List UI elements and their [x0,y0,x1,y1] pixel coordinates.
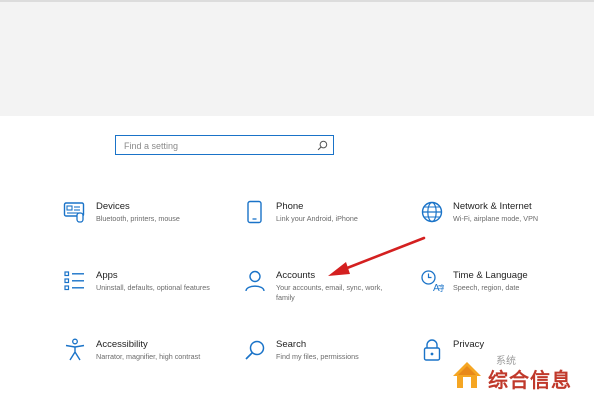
tile-time-language-desc: Speech, region, date [453,283,520,292]
tile-network-internet[interactable]: Network & Internet Wi-Fi, airplane mode,… [420,200,570,244]
watermark: 系统 综合信息 [444,352,594,394]
tile-accounts-title: Accounts [276,270,316,281]
devices-icon [63,202,85,223]
accessibility-icon [65,338,85,361]
tile-privacy-title: Privacy [453,339,485,350]
tile-network-internet-desc: Wi-Fi, airplane mode, VPN [453,214,539,223]
tile-accounts-desc: Your accounts, email, sync, work, family [276,283,383,302]
house-logo-icon [453,362,481,388]
person-icon [245,270,265,292]
tile-search-desc: Find my files, permissions [276,352,359,361]
tile-devices-desc: Bluetooth, printers, mouse [96,214,180,223]
tile-devices[interactable]: Devices Bluetooth, printers, mouse [63,200,213,244]
tile-phone-title: Phone [276,201,304,212]
tile-apps-desc: Uninstall, defaults, optional features [96,283,210,292]
tile-time-language-title: Time & Language [453,270,528,281]
tile-time-language[interactable]: A 字 Time & Language Speech, region, date [420,269,570,313]
window-top-edge [0,0,594,2]
globe-icon [421,201,443,223]
lock-icon [423,339,441,361]
tile-search-title: Search [276,339,307,350]
settings-header-area [0,0,594,116]
search-icon [245,340,265,360]
search-box[interactable] [115,135,334,155]
search-input[interactable] [124,139,304,152]
tile-network-internet-title: Network & Internet [453,201,532,212]
tile-phone-desc: Link your Android, iPhone [276,214,358,223]
annotation-arrow-icon [328,236,426,276]
tile-apps-title: Apps [96,270,118,281]
tile-accessibility-desc: Narrator, magnifier, high contrast [96,352,201,361]
apps-list-icon [64,271,84,291]
tile-accessibility[interactable]: Accessibility Narrator, magnifier, high … [63,338,213,382]
svg-text:字: 字 [438,283,444,293]
phone-icon [247,200,262,224]
tile-search[interactable]: Search Find my files, permissions [243,338,393,382]
search-icon[interactable] [317,140,328,151]
tile-apps[interactable]: Apps Uninstall, defaults, optional featu… [63,269,213,313]
tile-accessibility-title: Accessibility [96,339,148,350]
watermark-text: 综合信息 [488,370,572,392]
tile-devices-title: Devices [96,201,130,212]
